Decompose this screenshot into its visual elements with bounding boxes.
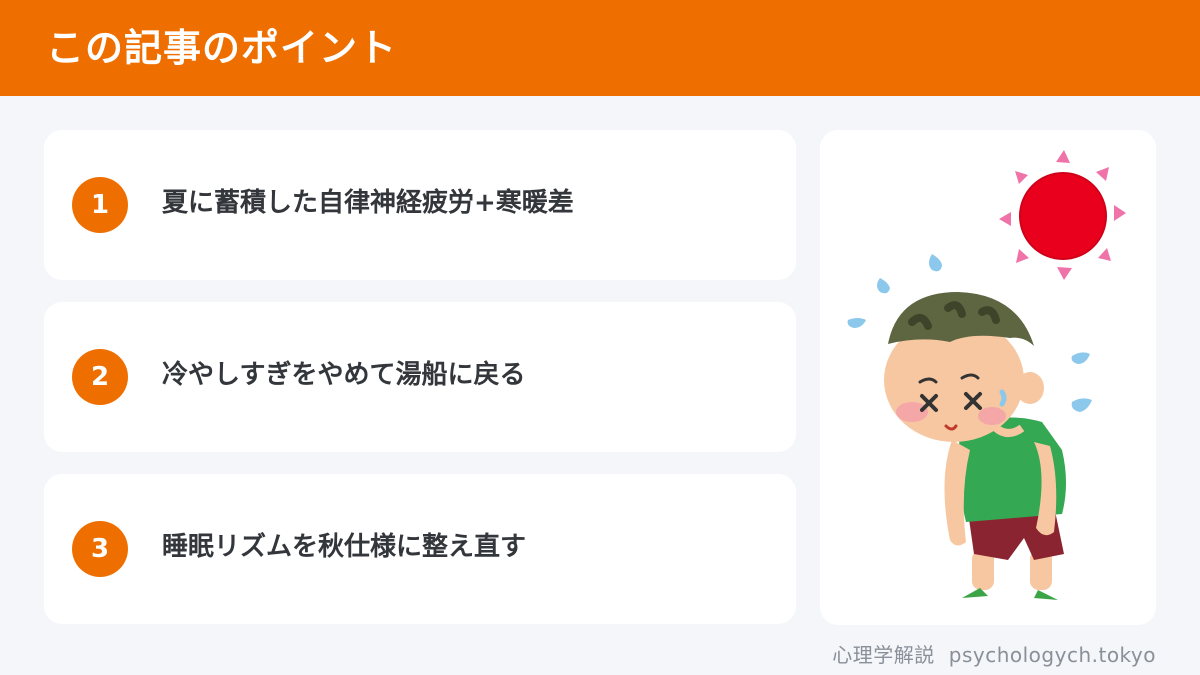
illustration-card	[820, 130, 1156, 625]
point-text: 夏に蓄積した自律神経疲労+寒暖差	[162, 188, 574, 218]
point-number-badge: 3	[72, 521, 128, 577]
tired-boy-in-heat-illustration	[847, 150, 1126, 600]
header-bar: この記事のポイント	[0, 0, 1200, 96]
point-text: 冷やしすぎをやめて湯船に戻る	[162, 360, 526, 390]
page-title: この記事のポイント	[46, 26, 398, 70]
point-card-3: 3 睡眠リズムを秋仕様に整え直す	[44, 474, 796, 624]
point-number-badge: 1	[72, 177, 128, 233]
site-domain: psychologych.tokyo	[948, 643, 1156, 667]
point-card-1: 1 夏に蓄積した自律神経疲労+寒暖差	[44, 130, 796, 280]
point-text: 睡眠リズムを秋仕様に整え直す	[162, 532, 527, 562]
point-number-badge: 2	[72, 349, 128, 405]
sun-icon	[999, 150, 1126, 280]
site-credit: 心理学解説 psychologych.tokyo	[832, 641, 1156, 669]
point-card-2: 2 冷やしすぎをやめて湯船に戻る	[44, 302, 796, 452]
site-name: 心理学解説	[832, 643, 935, 667]
